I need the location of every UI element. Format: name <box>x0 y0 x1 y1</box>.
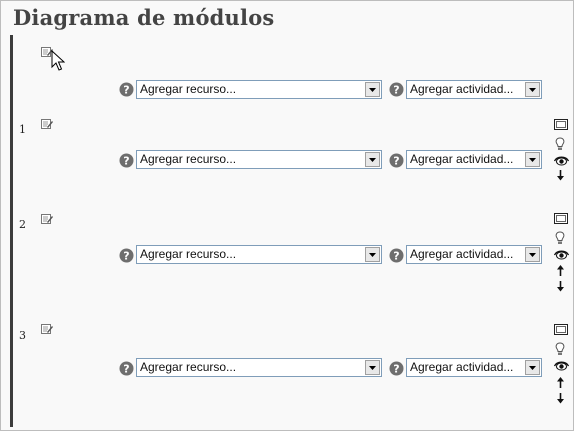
add-resource-select[interactable]: Agregar recurso... <box>136 358 382 377</box>
svg-text:?: ? <box>123 363 129 376</box>
add-resource-select-value: Agregar recurso... <box>140 152 237 166</box>
svg-text:?: ? <box>393 84 399 97</box>
add-resource-select[interactable]: Agregar recurso... <box>136 80 382 99</box>
help-icon[interactable]: ? <box>119 248 134 263</box>
dropdown-arrow-icon[interactable] <box>525 82 540 97</box>
svg-text:?: ? <box>393 155 399 168</box>
help-icon[interactable]: ? <box>389 153 404 168</box>
dropdown-arrow-icon[interactable] <box>365 247 380 262</box>
arrow-up-icon[interactable] <box>556 377 565 388</box>
add-activity-select-value: Agregar actividad... <box>410 247 514 261</box>
eye-icon[interactable] <box>554 360 569 371</box>
mouse-pointer-icon <box>51 50 65 71</box>
section-2: 2 ? Agregar recurso... ? Agregar activid… <box>13 210 573 310</box>
add-resource-select-value: Agregar recurso... <box>140 360 237 374</box>
arrow-down-icon[interactable] <box>556 281 565 292</box>
svg-text:?: ? <box>393 363 399 376</box>
highlight-lightbulb-icon[interactable] <box>554 231 566 245</box>
arrow-up-icon[interactable] <box>556 265 565 276</box>
dropdown-arrow-icon[interactable] <box>525 152 540 167</box>
eye-icon[interactable] <box>554 155 569 166</box>
edit-summary-icon[interactable] <box>41 119 53 129</box>
highlight-lightbulb-icon[interactable] <box>554 137 566 151</box>
add-resource-select[interactable]: Agregar recurso... <box>136 150 382 169</box>
help-icon[interactable]: ? <box>389 361 404 376</box>
add-resource-select-value: Agregar recurso... <box>140 82 237 96</box>
show-only-this-section-icon[interactable] <box>554 324 568 335</box>
dropdown-arrow-icon[interactable] <box>525 247 540 262</box>
add-activity-select-value: Agregar actividad... <box>410 82 514 96</box>
help-icon[interactable]: ? <box>389 82 404 97</box>
add-resource-select-value: Agregar recurso... <box>140 247 237 261</box>
highlight-lightbulb-icon[interactable] <box>554 342 566 356</box>
add-resource-select[interactable]: Agregar recurso... <box>136 245 382 264</box>
add-activity-select[interactable]: Agregar actividad... <box>406 150 542 169</box>
section-number: 2 <box>19 218 26 231</box>
dropdown-arrow-icon[interactable] <box>365 152 380 167</box>
help-icon[interactable]: ? <box>389 248 404 263</box>
add-activity-select-value: Agregar actividad... <box>410 360 514 374</box>
help-icon[interactable]: ? <box>119 361 134 376</box>
arrow-down-icon[interactable] <box>556 170 565 181</box>
arrow-down-icon[interactable] <box>556 393 565 404</box>
section-3: 3 ? Agregar recurso... ? Agregar activid… <box>13 321 573 421</box>
help-icon[interactable]: ? <box>119 153 134 168</box>
add-activity-select[interactable]: Agregar actividad... <box>406 245 542 264</box>
add-activity-select[interactable]: Agregar actividad... <box>406 358 542 377</box>
help-icon[interactable]: ? <box>119 82 134 97</box>
dropdown-arrow-icon[interactable] <box>365 82 380 97</box>
section-1: 1 ? Agregar recurso... ? Agregar activid… <box>13 115 573 215</box>
dropdown-arrow-icon[interactable] <box>365 360 380 375</box>
dropdown-arrow-icon[interactable] <box>525 360 540 375</box>
svg-text:?: ? <box>393 250 399 263</box>
svg-text:?: ? <box>123 84 129 97</box>
eye-icon[interactable] <box>554 249 569 260</box>
page-title: Diagrama de módulos <box>13 5 275 30</box>
edit-summary-icon[interactable] <box>41 214 53 224</box>
section-number: 1 <box>19 123 26 136</box>
course-format-panel: Diagrama de módulos ? Agregar recurso...… <box>0 0 574 431</box>
edit-summary-icon[interactable] <box>41 324 53 334</box>
svg-text:?: ? <box>123 250 129 263</box>
add-activity-select-value: Agregar actividad... <box>410 152 514 166</box>
add-activity-select[interactable]: Agregar actividad... <box>406 80 542 99</box>
show-only-this-section-icon[interactable] <box>554 119 568 130</box>
section-number: 3 <box>19 329 26 342</box>
svg-text:?: ? <box>123 155 129 168</box>
show-only-this-section-icon[interactable] <box>554 213 568 224</box>
